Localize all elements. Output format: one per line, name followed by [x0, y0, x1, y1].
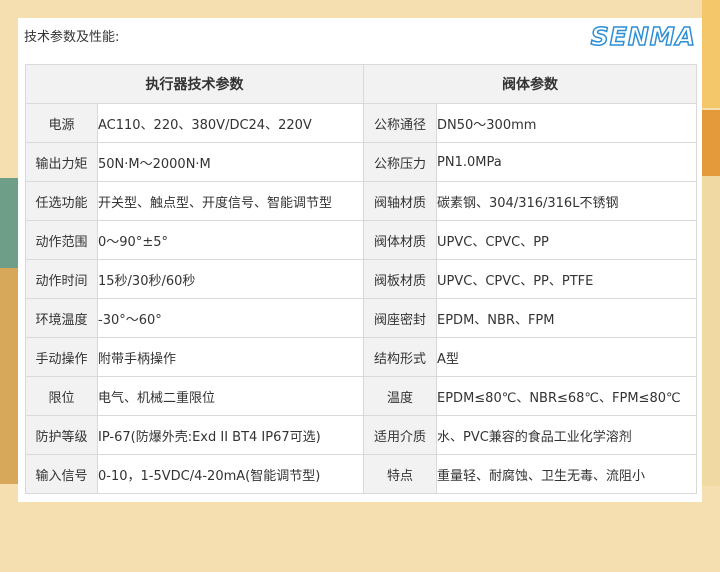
- actuator-param-value: -30°～60°: [97, 298, 364, 338]
- valve-param-value: DN50～300mm: [436, 103, 697, 143]
- valve-param-label: 温度: [363, 376, 437, 416]
- spec-table: 执行器技术参数 阀体参数 电源 AC110、220、380V/DC24、220V…: [25, 64, 697, 494]
- table-row: 环境温度 -30°～60° 阀座密封 EPDM、NBR、FPM: [25, 298, 697, 338]
- valve-param-label: 适用介质: [363, 415, 437, 455]
- valve-param-label: 结构形式: [363, 337, 437, 377]
- valve-param-value: 碳素钢、304/316/316L不锈钢: [436, 181, 697, 221]
- valve-param-value: EPDM≤80℃、NBR≤68℃、FPM≤80℃: [436, 376, 697, 416]
- table-row: 防护等级 IP-67(防爆外壳:Exd II BT4 IP67可选) 适用介质 …: [25, 415, 697, 455]
- actuator-param-value: 15秒/30秒/60秒: [97, 259, 364, 299]
- actuator-param-label: 防护等级: [25, 415, 98, 455]
- actuator-param-value: 0-10，1-5VDC/4-20mA(智能调节型): [97, 454, 364, 494]
- valve-param-value: UPVC、CPVC、PP: [436, 220, 697, 260]
- actuator-param-value: 50N·M～2000N·M: [97, 142, 364, 182]
- valve-param-label: 阀轴材质: [363, 181, 437, 221]
- actuator-param-value: AC110、220、380V/DC24、220V: [97, 103, 364, 143]
- valve-param-value: PN1.0MPa: [436, 142, 697, 182]
- valve-param-label: 公称通径: [363, 103, 437, 143]
- valve-param-label: 阀板材质: [363, 259, 437, 299]
- right-orange-stripe: [702, 110, 720, 176]
- valve-param-value: EPDM、NBR、FPM: [436, 298, 697, 338]
- section-heading: 技术参数及性能:: [24, 30, 120, 45]
- table-row: 输入信号 0-10，1-5VDC/4-20mA(智能调节型) 特点 重量轻、耐腐…: [25, 454, 697, 494]
- actuator-param-value: 附带手柄操作: [97, 337, 364, 377]
- valve-param-value: A型: [436, 337, 697, 377]
- left-teal-stripe: [0, 178, 18, 268]
- senma-logo: SENMA: [590, 21, 696, 52]
- actuator-param-label: 输入信号: [25, 454, 98, 494]
- actuator-param-label: 任选功能: [25, 181, 98, 221]
- actuator-param-label: 环境温度: [25, 298, 98, 338]
- table-row: 限位 电气、机械二重限位 温度 EPDM≤80℃、NBR≤68℃、FPM≤80℃: [25, 376, 697, 416]
- table-row: 任选功能 开关型、触点型、开度信号、智能调节型 阀轴材质 碳素钢、304/316…: [25, 181, 697, 221]
- actuator-params-header: 执行器技术参数: [25, 64, 364, 104]
- actuator-param-label: 手动操作: [25, 337, 98, 377]
- actuator-param-label: 输出力矩: [25, 142, 98, 182]
- right-cream-stripe: [702, 176, 720, 486]
- actuator-param-label: 动作范围: [25, 220, 98, 260]
- actuator-param-value: IP-67(防爆外壳:Exd II BT4 IP67可选): [97, 415, 364, 455]
- left-orange-stripe: [0, 268, 18, 484]
- table-header-row: 执行器技术参数 阀体参数: [25, 64, 697, 104]
- actuator-param-label: 电源: [25, 103, 98, 143]
- valve-param-value: 水、PVC兼容的食品工业化学溶剂: [436, 415, 697, 455]
- valve-param-label: 阀座密封: [363, 298, 437, 338]
- actuator-param-value: 电气、机械二重限位: [97, 376, 364, 416]
- table-row: 电源 AC110、220、380V/DC24、220V 公称通径 DN50～30…: [25, 103, 697, 143]
- table-row: 动作范围 0～90°±5° 阀体材质 UPVC、CPVC、PP: [25, 220, 697, 260]
- actuator-param-label: 限位: [25, 376, 98, 416]
- valve-param-value: UPVC、CPVC、PP、PTFE: [436, 259, 697, 299]
- spec-panel: 技术参数及性能: SENMA 执行器技术参数 阀体参数 电源 AC110、220…: [18, 18, 702, 502]
- actuator-param-label: 动作时间: [25, 259, 98, 299]
- valve-param-label: 特点: [363, 454, 437, 494]
- actuator-param-value: 0～90°±5°: [97, 220, 364, 260]
- table-row: 动作时间 15秒/30秒/60秒 阀板材质 UPVC、CPVC、PP、PTFE: [25, 259, 697, 299]
- actuator-param-value: 开关型、触点型、开度信号、智能调节型: [97, 181, 364, 221]
- table-row: 输出力矩 50N·M～2000N·M 公称压力 PN1.0MPa: [25, 142, 697, 182]
- valve-param-value: 重量轻、耐腐蚀、卫生无毒、流阻小: [436, 454, 697, 494]
- valve-param-label: 公称压力: [363, 142, 437, 182]
- valve-param-label: 阀体材质: [363, 220, 437, 260]
- right-yellow-stripe: [702, 0, 720, 108]
- table-row: 手动操作 附带手柄操作 结构形式 A型: [25, 337, 697, 377]
- valve-params-header: 阀体参数: [363, 64, 697, 104]
